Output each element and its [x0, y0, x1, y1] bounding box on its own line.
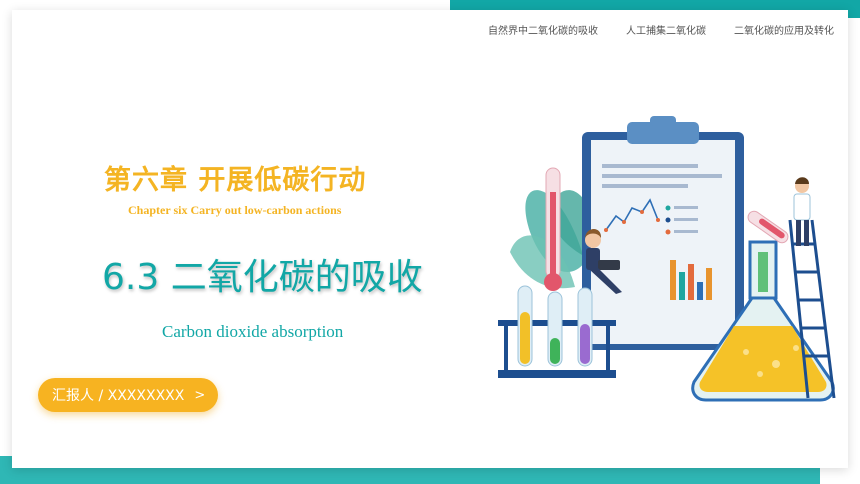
lesson-title: 6.3 二氧化碳的吸收: [102, 257, 423, 298]
reporter-button[interactable]: 汇报人 / XXXXXXXX >: [38, 378, 218, 412]
chapter-title: 第六章 开展低碳行动: [104, 165, 367, 196]
chapter-subtitle: Chapter six Carry out low-carbon actions: [128, 203, 342, 217]
top-navigation: 自然界中二氧化碳的吸收 人工捕集二氧化碳 二氧化碳的应用及转化: [488, 22, 834, 40]
nav-item-artificial-capture[interactable]: 人工捕集二氧化碳: [626, 22, 706, 40]
bottom-left-accent-bar: [0, 466, 820, 484]
chemistry-lab-icon: [498, 116, 836, 402]
chevron-right-icon: >: [194, 387, 206, 403]
nav-item-application-conversion[interactable]: 二氧化碳的应用及转化: [734, 22, 834, 40]
reporter-label: 汇报人 / XXXXXXXX: [52, 388, 185, 404]
lesson-subtitle: Carbon dioxide absorption: [162, 322, 344, 341]
nav-item-natural-absorption[interactable]: 自然界中二氧化碳的吸收: [488, 22, 598, 40]
